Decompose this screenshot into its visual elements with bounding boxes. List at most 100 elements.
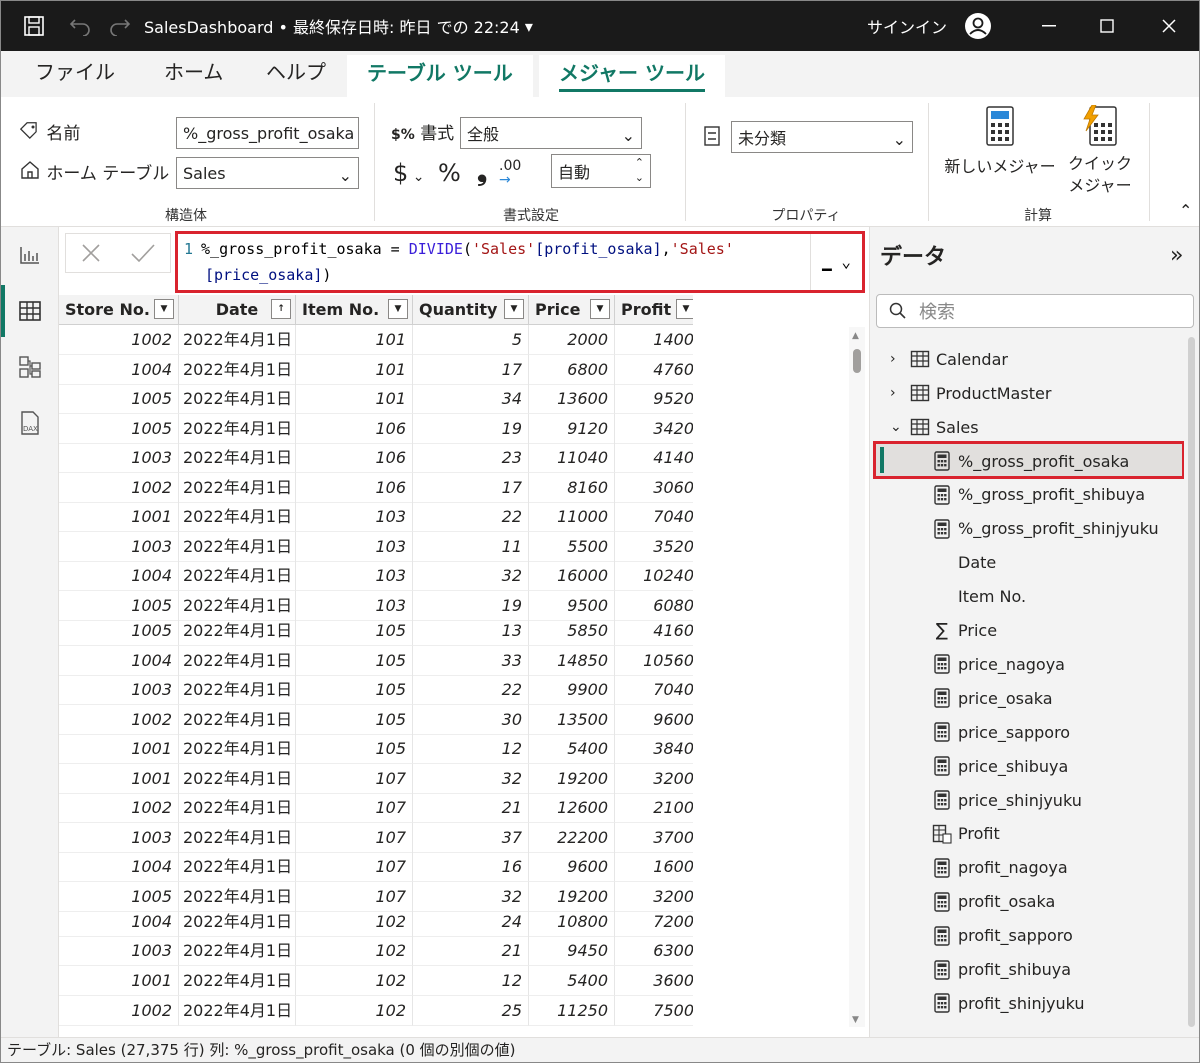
new-measure-button[interactable]: 新しいメジャー xyxy=(941,105,1059,195)
field-search-input[interactable]: 検索 xyxy=(876,294,1194,328)
table-cell[interactable]: 106 xyxy=(296,473,413,503)
table-cell[interactable]: 24 xyxy=(413,907,529,937)
table-cell[interactable]: 2100 xyxy=(615,793,693,823)
tab-file[interactable]: ファイル xyxy=(35,59,115,91)
field-item[interactable]: %_gross_profit_osaka xyxy=(930,444,1129,478)
table-cell[interactable]: 9520 xyxy=(615,384,693,414)
table-cell[interactable]: 1400 xyxy=(615,325,693,355)
table-cell[interactable]: 2022年4月1日 xyxy=(179,966,296,996)
maximize-button[interactable] xyxy=(1079,1,1135,51)
table-row[interactable]: 1002 2022年4月1日 101 5 2000 1400 xyxy=(59,325,693,355)
table-cell[interactable]: 10240 xyxy=(615,561,693,591)
table-cell[interactable]: 105 xyxy=(296,705,413,735)
table-cell[interactable]: 2022年4月1日 xyxy=(179,502,296,532)
table-cell[interactable]: 102 xyxy=(296,966,413,996)
field-item[interactable]: Date xyxy=(930,546,996,580)
field-item[interactable]: price_shinjyuku xyxy=(930,783,1082,817)
table-cell[interactable]: 9600 xyxy=(529,852,615,882)
collapse-pane-icon[interactable]: » xyxy=(1170,243,1183,268)
field-item[interactable]: profit_nagoya xyxy=(930,851,1068,885)
table-cell[interactable]: 22200 xyxy=(529,823,615,853)
table-row[interactable]: 1001 2022年4月1日 102 12 5400 3600 xyxy=(59,966,693,996)
table-cell[interactable]: 3700 xyxy=(615,823,693,853)
table-cell[interactable]: 10800 xyxy=(529,907,615,937)
table-cell[interactable]: 7500 xyxy=(615,996,693,1026)
currency-button[interactable]: $ ⌄ xyxy=(393,159,424,187)
table-cell[interactable]: 7200 xyxy=(615,907,693,937)
field-item[interactable]: Profit xyxy=(930,817,1000,851)
table-cell[interactable]: 1001 xyxy=(59,734,179,764)
table-cell[interactable]: 8160 xyxy=(529,473,615,503)
signin-link[interactable]: サインイン xyxy=(867,1,947,51)
table-row[interactable]: 1004 2022年4月1日 101 17 6800 4760 xyxy=(59,355,693,385)
data-category-select[interactable]: 未分類 ⌄ xyxy=(731,121,913,153)
expand-formula-button[interactable]: ▁ ⌄ xyxy=(810,234,862,290)
table-cell[interactable]: 2022年4月1日 xyxy=(179,734,296,764)
table-cell[interactable]: 1001 xyxy=(59,764,179,794)
table-cell[interactable]: 1600 xyxy=(615,852,693,882)
table-cell[interactable]: 10560 xyxy=(615,646,693,676)
dax-query-view-icon[interactable]: DAX xyxy=(1,403,59,443)
data-pane-scrollbar[interactable] xyxy=(1184,337,1198,1027)
table-cell[interactable]: 13500 xyxy=(529,705,615,735)
table-cell[interactable]: 3840 xyxy=(615,734,693,764)
table-cell[interactable]: 1001 xyxy=(59,966,179,996)
table-cell[interactable]: 2022年4月1日 xyxy=(179,443,296,473)
table-cell[interactable]: 3200 xyxy=(615,764,693,794)
table-cell[interactable]: 1004 xyxy=(59,355,179,385)
table-cell[interactable]: 2022年4月1日 xyxy=(179,561,296,591)
tab-home[interactable]: ホーム xyxy=(164,59,223,91)
table-cell[interactable]: 107 xyxy=(296,793,413,823)
column-header[interactable]: Price ▼ xyxy=(529,295,615,325)
table-row[interactable]: 1004 2022年4月1日 102 24 10800 7200 xyxy=(59,907,693,937)
filter-dropdown-icon[interactable]: ▼ xyxy=(504,299,524,319)
table-cell[interactable]: 2022年4月1日 xyxy=(179,823,296,853)
table-cell[interactable]: 2022年4月1日 xyxy=(179,473,296,503)
table-cell[interactable]: 1003 xyxy=(59,443,179,473)
column-header[interactable]: Profit ▼ xyxy=(615,295,693,325)
table-cell[interactable]: 101 xyxy=(296,384,413,414)
table-cell[interactable]: 16000 xyxy=(529,561,615,591)
table-row[interactable]: 1002 2022年4月1日 107 21 12600 2100 xyxy=(59,793,693,823)
table-cell[interactable]: 11000 xyxy=(529,502,615,532)
model-view-icon[interactable] xyxy=(1,347,59,387)
redo-icon[interactable] xyxy=(109,1,131,51)
column-header[interactable]: Quantity ▼ xyxy=(413,295,529,325)
table-cell[interactable]: 2022年4月1日 xyxy=(179,355,296,385)
percent-button[interactable]: % xyxy=(438,159,461,187)
table-cell[interactable]: 2022年4月1日 xyxy=(179,764,296,794)
table-cell[interactable]: 11040 xyxy=(529,443,615,473)
table-cell[interactable]: 1003 xyxy=(59,675,179,705)
table-row[interactable]: 1004 2022年4月1日 103 32 16000 10240 xyxy=(59,561,693,591)
table-view-icon[interactable] xyxy=(1,291,59,331)
field-item[interactable]: Item No. xyxy=(930,580,1026,614)
table-cell[interactable]: 21 xyxy=(413,793,529,823)
table-row[interactable]: 1003 2022年4月1日 105 22 9900 7040 xyxy=(59,675,693,705)
table-cell[interactable]: 9120 xyxy=(529,414,615,444)
field-item[interactable]: %_gross_profit_shinjyuku xyxy=(930,512,1159,546)
table-cell[interactable]: 9900 xyxy=(529,675,615,705)
comma-button[interactable]: ❟ xyxy=(477,157,487,188)
column-header[interactable]: Store No. ▼ xyxy=(59,295,179,325)
table-cell[interactable]: 102 xyxy=(296,996,413,1026)
table-cell[interactable]: 1005 xyxy=(59,616,179,646)
table-cell[interactable]: 4140 xyxy=(615,443,693,473)
table-cell[interactable]: 101 xyxy=(296,355,413,385)
table-cell[interactable]: 13 xyxy=(413,616,529,646)
table-cell[interactable]: 1004 xyxy=(59,646,179,676)
window-title[interactable]: SalesDashboard • 最終保存日時: 昨日 での 22:24 ▾ xyxy=(144,1,533,51)
table-cell[interactable]: 1004 xyxy=(59,561,179,591)
chevron-right-icon[interactable]: › xyxy=(890,351,908,367)
table-cell[interactable]: 32 xyxy=(413,561,529,591)
table-cell[interactable]: 103 xyxy=(296,532,413,562)
table-cell[interactable]: 19200 xyxy=(529,764,615,794)
table-cell[interactable]: 2022年4月1日 xyxy=(179,325,296,355)
table-cell[interactable]: 2022年4月1日 xyxy=(179,675,296,705)
field-item[interactable]: price_shibuya xyxy=(930,749,1068,783)
table-cell[interactable]: 21 xyxy=(413,936,529,966)
table-cell[interactable]: 13600 xyxy=(529,384,615,414)
table-cell[interactable]: 5500 xyxy=(529,532,615,562)
table-cell[interactable]: 12600 xyxy=(529,793,615,823)
table-cell[interactable]: 105 xyxy=(296,616,413,646)
table-cell[interactable]: 2022年4月1日 xyxy=(179,996,296,1026)
